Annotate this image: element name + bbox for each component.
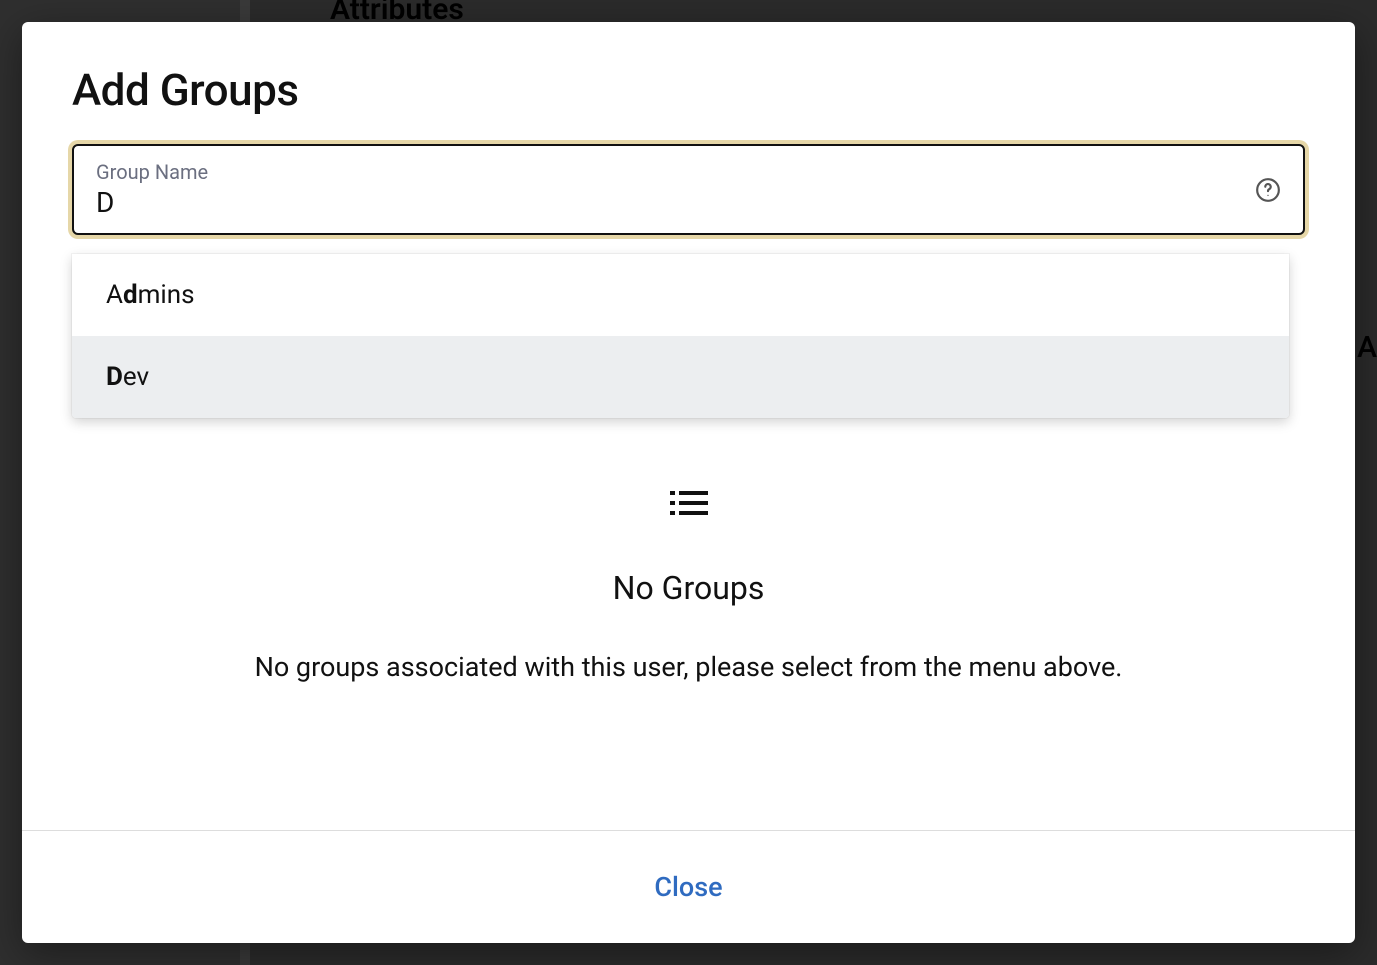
group-name-input[interactable] xyxy=(96,186,1222,219)
add-groups-dialog: Add Groups Group Name AdminsDev xyxy=(22,22,1355,943)
empty-state-title: No Groups xyxy=(72,569,1305,607)
backdrop-right-peek: A xyxy=(1357,330,1377,365)
group-name-label: Group Name xyxy=(96,160,1281,184)
dialog-title: Add Groups xyxy=(72,64,1305,116)
group-name-field-wrap[interactable]: Group Name xyxy=(72,144,1305,235)
dialog-body: Add Groups Group Name AdminsDev xyxy=(22,22,1355,830)
list-icon xyxy=(670,489,708,521)
group-suggestions-dropdown: AdminsDev xyxy=(72,254,1289,418)
dialog-footer: Close xyxy=(22,830,1355,943)
suggestion-item[interactable]: Admins xyxy=(72,254,1289,336)
help-icon[interactable] xyxy=(1255,177,1281,203)
empty-state-description: No groups associated with this user, ple… xyxy=(72,651,1305,683)
empty-state: No Groups No groups associated with this… xyxy=(72,489,1305,683)
close-button[interactable]: Close xyxy=(654,871,722,903)
suggestion-item[interactable]: Dev xyxy=(72,336,1289,418)
